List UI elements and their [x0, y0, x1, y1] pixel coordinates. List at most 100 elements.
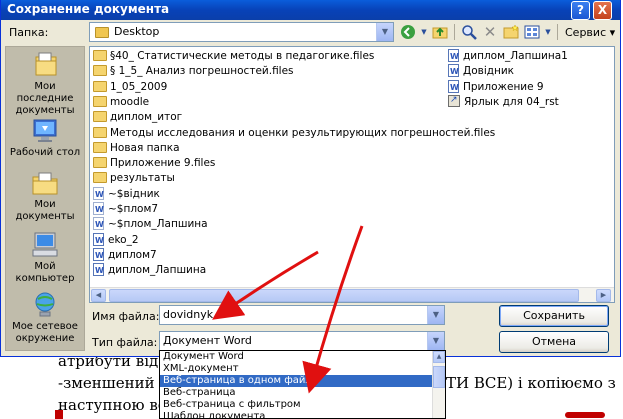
word-temp-file-icon: [93, 217, 104, 232]
filename-input[interactable]: dovidnyk ▼: [159, 305, 445, 325]
word-document-icon: [93, 247, 104, 263]
file-name: ~$плом_Лапшина: [108, 218, 208, 231]
filetype-option[interactable]: Документ Word: [160, 351, 445, 363]
filetype-option[interactable]: Веб-страница в одном файле: [160, 375, 445, 387]
file-name: §40_ Статистические методы в педагогике.…: [110, 50, 375, 62]
filetype-option[interactable]: Веб-страница с фильтром: [160, 399, 445, 411]
chevron-down-icon[interactable]: ▼: [420, 23, 428, 41]
file-item[interactable]: Приложение 9: [448, 79, 544, 95]
word-temp-file-icon: [93, 202, 104, 217]
chevron-down-icon[interactable]: ▼: [427, 332, 444, 350]
folder-item[interactable]: §40_ Статистические методы в педагогике.…: [93, 49, 374, 64]
file-name: § 1_5_ Анализ погрешностей.files: [110, 65, 294, 78]
filetype-value: Документ Word: [163, 334, 252, 347]
chevron-down-icon[interactable]: ▼: [376, 23, 393, 41]
filetype-option[interactable]: Шаблон документа: [160, 411, 445, 418]
file-item[interactable]: Довідник: [448, 64, 514, 79]
folder-item[interactable]: Методы исследования и оценки результирую…: [93, 126, 495, 141]
chevron-down-icon[interactable]: ▼: [427, 306, 444, 324]
scrollbar-thumb[interactable]: [433, 366, 445, 388]
file-item[interactable]: диплом7: [93, 247, 157, 263]
word-document-icon: [448, 64, 459, 79]
folder-item[interactable]: результаты: [93, 171, 175, 186]
my-computer-icon: [32, 232, 58, 257]
file-item[interactable]: диплом_Лапшина: [93, 263, 206, 278]
file-name: moodle: [110, 95, 150, 108]
file-item[interactable]: eko_2: [93, 232, 139, 248]
file-name: Новая папка: [110, 141, 180, 154]
toolbar-separator: [557, 24, 558, 40]
lookin-label: Папка:: [9, 26, 49, 39]
file-list[interactable]: §40_ Статистические методы в педагогике.…: [89, 46, 615, 303]
new-folder-icon[interactable]: [502, 23, 520, 41]
service-menu[interactable]: Сервис ▾: [565, 26, 615, 39]
lookin-combo[interactable]: Desktop ▼: [89, 22, 394, 42]
place-network[interactable]: Мое сетевое окружение: [6, 291, 84, 345]
dialog-title: Сохранение документа: [7, 2, 170, 16]
place-recent-documents[interactable]: Мои последние документы: [6, 51, 84, 117]
scrollbar-thumb[interactable]: [109, 289, 579, 302]
save-document-dialog: Сохранение документа ? X Папка: Desktop …: [0, 0, 621, 357]
delete-icon[interactable]: ✕: [481, 23, 499, 41]
help-button[interactable]: ?: [571, 1, 590, 20]
folder-icon: [93, 95, 107, 107]
place-my-computer[interactable]: Мой компьютер: [6, 231, 84, 285]
filename-label: Имя файла:: [92, 310, 160, 323]
dialog-toolbar: ▼ ✕ ▼ Сервис ▾: [399, 22, 615, 42]
doc-text-line-2-right: ТИ ВСЕ) і копіюємо з: [446, 374, 616, 392]
folder-icon: [93, 126, 107, 138]
folder-item[interactable]: 1_05_2009: [93, 80, 167, 95]
folder-item[interactable]: Приложение 9.files: [93, 156, 215, 171]
folder-item[interactable]: Новая папка: [93, 141, 180, 156]
place-my-documents[interactable]: Мои документы: [6, 169, 84, 223]
chevron-down-icon[interactable]: ▼: [544, 23, 552, 41]
file-item[interactable]: диплом_Лапшина1: [448, 49, 568, 64]
folder-icon: [95, 27, 109, 38]
filetype-option[interactable]: Веб-страница: [160, 387, 445, 399]
file-name: 1_05_2009: [110, 80, 168, 93]
word-document-icon: [93, 232, 104, 248]
dialog-titlebar[interactable]: Сохранение документа ? X: [1, 0, 620, 20]
file-name: диплом_Лапшина1: [463, 50, 568, 62]
file-item[interactable]: Ярлык для 04_rst: [448, 93, 559, 110]
place-label: Мой компьютер: [15, 261, 75, 284]
dropdown-scrollbar[interactable]: ▲: [432, 351, 445, 418]
up-folder-icon[interactable]: [431, 23, 449, 41]
close-button[interactable]: X: [593, 1, 612, 20]
word-document-icon: [448, 49, 459, 64]
word-document-icon: [93, 263, 104, 278]
search-web-icon[interactable]: [460, 23, 478, 41]
cancel-button[interactable]: Отмена: [499, 331, 609, 353]
file-item[interactable]: ~$плом7: [93, 202, 158, 217]
filetype-dropdown-list[interactable]: Документ Word XML-документ Веб-страница в …: [159, 350, 446, 419]
folder-item[interactable]: moodle: [93, 95, 149, 110]
horizontal-scrollbar[interactable]: ◀ ▶: [90, 287, 614, 302]
filetype-option[interactable]: XML-документ: [160, 363, 445, 375]
file-name: диплом_Лапшина: [108, 264, 207, 277]
folder-item[interactable]: § 1_5_ Анализ погрешностей.files: [93, 64, 294, 79]
my-documents-icon: [32, 172, 58, 195]
scroll-up-icon[interactable]: ▲: [433, 351, 445, 363]
file-name: eko_2: [108, 233, 139, 246]
place-desktop[interactable]: Рабочий стол: [6, 117, 84, 159]
shortcut-icon: [448, 93, 460, 108]
places-bar: Мои последние документы Рабочий стол Мои…: [5, 46, 85, 351]
file-item[interactable]: ~$відник: [93, 186, 160, 202]
back-icon[interactable]: [399, 23, 417, 41]
folder-icon: [93, 157, 107, 169]
file-name: Ярлык для 04_rst: [464, 95, 559, 108]
folder-icon: [93, 50, 107, 61]
file-name: диплом7: [108, 248, 157, 261]
scroll-left-icon[interactable]: ◀: [91, 289, 106, 302]
folder-icon: [93, 141, 107, 153]
filetype-label: Тип файла:: [92, 336, 158, 349]
save-button[interactable]: Сохранить: [499, 305, 609, 327]
filetype-select[interactable]: Документ Word ▼: [159, 331, 445, 351]
file-name: ~$відник: [108, 187, 160, 200]
word-document-icon: [448, 79, 459, 95]
folder-item[interactable]: диплом_итог: [93, 110, 182, 125]
folder-icon: [93, 111, 107, 123]
file-item[interactable]: ~$плом_Лапшина: [93, 217, 208, 232]
scroll-right-icon[interactable]: ▶: [596, 289, 611, 302]
views-icon[interactable]: [523, 23, 541, 41]
